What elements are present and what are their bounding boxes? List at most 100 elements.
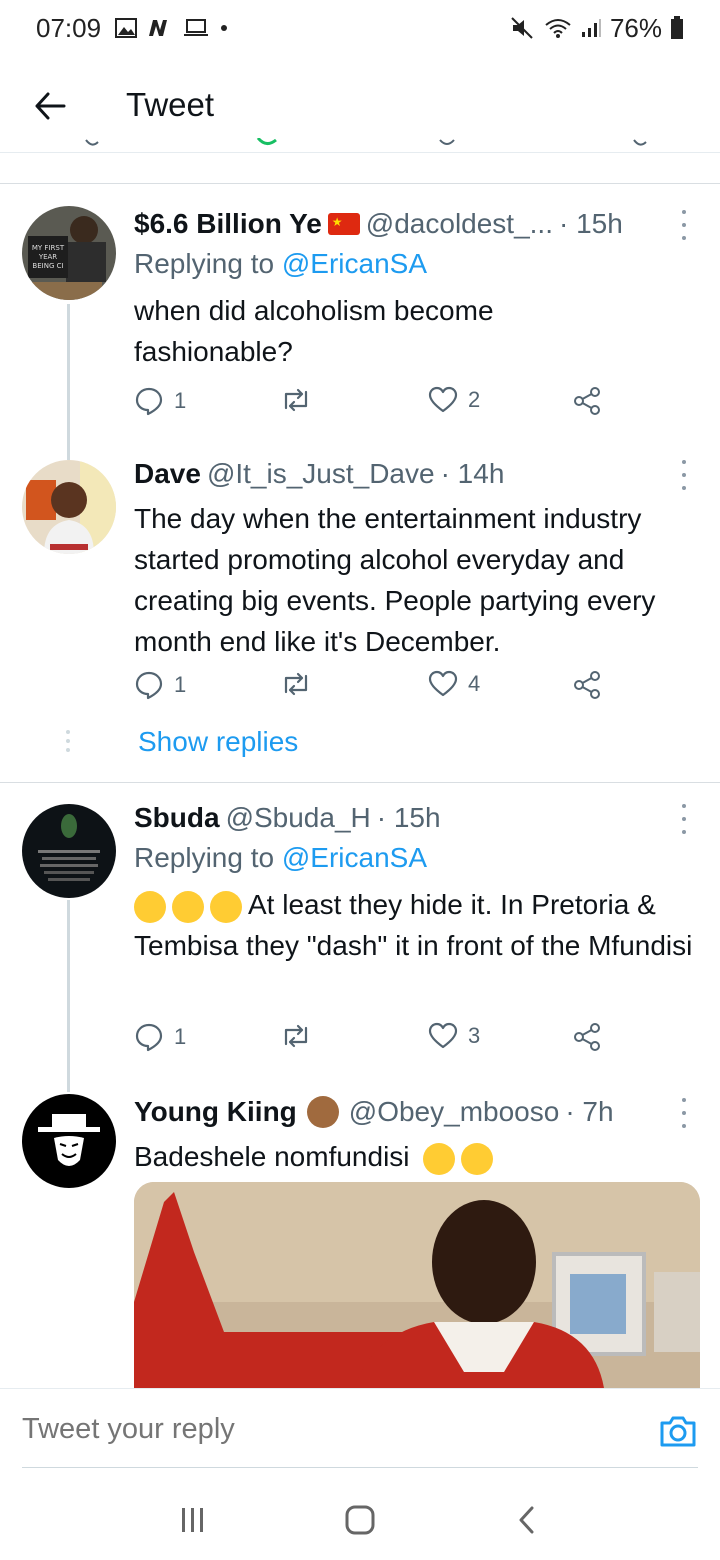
tweet-actions: 1 3 (134, 1022, 614, 1062)
rofl-emoji-icon (134, 890, 166, 923)
system-navigation-bar (0, 1480, 720, 1560)
camera-icon (660, 1416, 696, 1447)
share-button[interactable] (572, 670, 602, 700)
signal-icon (580, 17, 602, 39)
thread-line (67, 440, 70, 460)
more-options-button[interactable] (672, 460, 696, 490)
timestamp: · 15h (376, 802, 441, 833)
share-icon (574, 387, 600, 415)
tweet-meta: Dave @It_is_Just_Dave · 14h (134, 456, 700, 492)
tweet-actions: 1 4 (134, 670, 614, 710)
share-icon (574, 1023, 600, 1051)
retweet-button[interactable] (280, 670, 312, 698)
recent-apps-icon (182, 1508, 204, 1532)
display-name[interactable]: Dave (134, 458, 201, 490)
tweet-meta: Sbuda @Sbuda_H · 15h (134, 800, 700, 836)
like-button[interactable]: 3 (428, 1022, 480, 1050)
home-button[interactable] (330, 1495, 390, 1545)
gallery-notification-icon (115, 18, 138, 38)
svg-text:YEAR: YEAR (38, 253, 57, 261)
share-icon (574, 671, 600, 699)
handle[interactable]: @Sbuda_H (226, 802, 371, 834)
rofl-emoji-icon (210, 890, 242, 923)
share-button[interactable] (572, 386, 602, 416)
heart-icon (428, 670, 458, 697)
rofl-emoji-icon (172, 890, 204, 923)
avatar[interactable] (22, 804, 116, 898)
display-name[interactable]: Young Kiing (134, 1096, 297, 1128)
timestamp: · 15h (559, 208, 623, 239)
home-icon (345, 1505, 375, 1535)
retweet-icon (284, 672, 308, 696)
back-button[interactable] (30, 86, 70, 126)
thread-line (67, 900, 70, 1092)
thread-more-dots (66, 730, 70, 752)
reply-button[interactable]: 1 (134, 1022, 186, 1052)
more-options-button[interactable] (672, 804, 696, 834)
tweet-text: Badeshele nomfundisi (134, 1141, 410, 1172)
tears-of-joy-emoji-icon (423, 1142, 456, 1175)
heart-icon (428, 386, 458, 413)
handle[interactable]: @It_is_Just_Dave (207, 458, 435, 490)
tears-of-joy-emoji-icon (461, 1142, 494, 1175)
tweet-text-container: At least they hide it. In Pretoria & Tem… (134, 884, 700, 966)
avatar[interactable] (22, 460, 116, 554)
section-divider (0, 183, 720, 184)
tweet-meta: Young Kiing @Obey_mbooso · 7h (134, 1094, 700, 1130)
arrow-left-icon (35, 92, 66, 120)
app-header: Tweet (0, 66, 720, 146)
dot-notification-icon (219, 23, 229, 33)
reply-input[interactable] (22, 1413, 582, 1446)
battery-icon (670, 16, 684, 40)
share-button[interactable] (572, 1022, 602, 1052)
status-bar: 07:09 76% (0, 0, 720, 56)
replying-to: Replying to @EricanSA (134, 842, 700, 878)
display-name[interactable]: $6.6 Billion Ye (134, 208, 322, 240)
handle[interactable]: @dacoldest_... (366, 208, 553, 240)
avatar[interactable]: MY FIRST YEAR BEING CI (22, 206, 116, 300)
timestamp: · 14h (440, 458, 505, 489)
back-nav-button[interactable] (497, 1495, 557, 1545)
chevron-left-icon (519, 1506, 534, 1534)
more-options-button[interactable] (672, 1098, 696, 1128)
retweet-button[interactable] (280, 1022, 312, 1050)
thread-line (67, 304, 70, 454)
tweet-actions: 1 2 (134, 386, 614, 426)
previous-tweet-actions-partial (0, 138, 720, 152)
svg-text:MY FIRST: MY FIRST (32, 244, 65, 252)
page-title: Tweet (126, 86, 215, 123)
retweet-button[interactable] (280, 386, 312, 414)
tweet-content: $6.6 Billion Ye @dacoldest_... · 15h Rep… (134, 206, 700, 372)
recent-apps-button[interactable] (163, 1495, 223, 1545)
tweet-content: Sbuda @Sbuda_H · 15h Replying to @Erican… (134, 800, 700, 966)
header-divider (0, 152, 720, 153)
status-time: 07:09 (36, 12, 102, 43)
wifi-icon (544, 17, 572, 39)
heart-icon (428, 1022, 458, 1049)
show-replies-link[interactable]: Show replies (138, 726, 298, 758)
replying-to-link[interactable]: @EricanSA (282, 842, 427, 873)
mute-icon (510, 16, 536, 40)
tweet-text: The day when the entertainment industry … (134, 503, 656, 657)
avatar[interactable] (22, 1094, 116, 1188)
replying-label: Replying to (134, 248, 275, 279)
section-divider (0, 782, 720, 783)
replying-to-link[interactable]: @EricanSA (282, 248, 427, 279)
handle[interactable]: @Obey_mbooso (349, 1096, 560, 1128)
timestamp: · 7h (565, 1096, 614, 1127)
more-options-button[interactable] (672, 210, 696, 240)
tweet-content: Dave @It_is_Just_Dave · 14h The day when… (134, 456, 700, 662)
tweet-media-image[interactable] (134, 1182, 700, 1388)
reply-icon (135, 387, 163, 416)
like-button[interactable]: 2 (428, 386, 480, 414)
reply-count: 1 (174, 388, 187, 413)
camera-button[interactable] (658, 1413, 698, 1449)
replying-label: Replying to (134, 842, 275, 873)
reply-count: 1 (174, 1024, 187, 1049)
reply-icon (135, 1023, 163, 1052)
reply-button[interactable]: 1 (134, 386, 186, 416)
reply-button[interactable]: 1 (134, 670, 186, 700)
display-name[interactable]: Sbuda (134, 802, 220, 834)
like-button[interactable]: 4 (428, 670, 480, 698)
like-count: 2 (468, 387, 481, 412)
